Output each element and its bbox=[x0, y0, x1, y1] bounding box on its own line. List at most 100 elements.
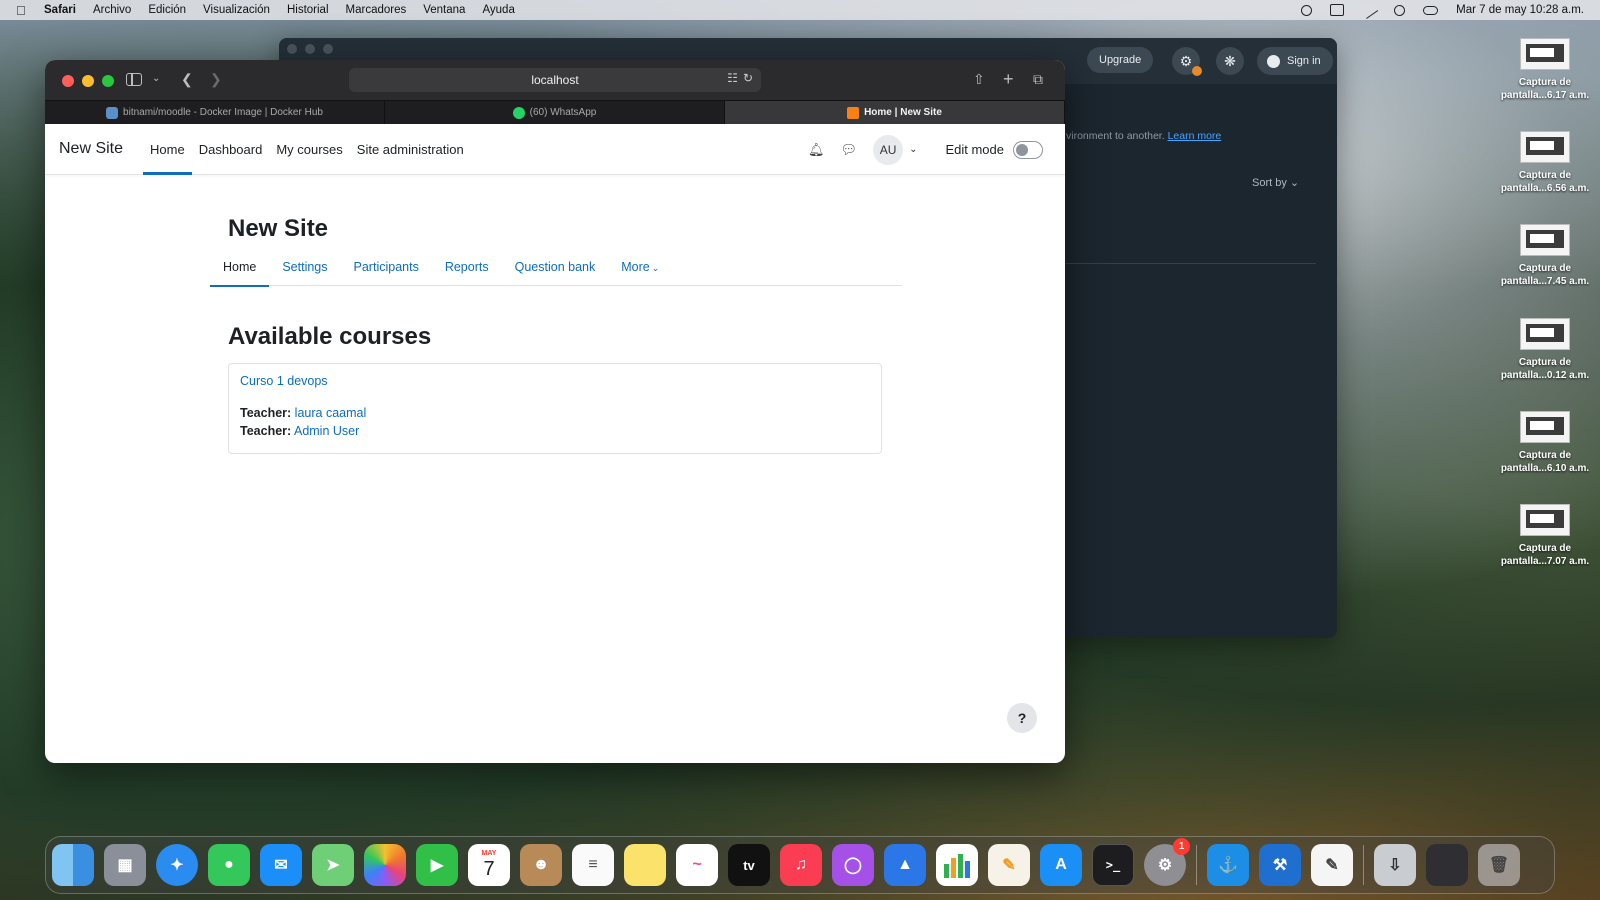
teacher-link[interactable]: Admin User bbox=[294, 424, 359, 438]
nav-site-administration[interactable]: Site administration bbox=[350, 124, 471, 175]
pages-icon[interactable]: ✎ bbox=[988, 844, 1030, 886]
user-avatar[interactable]: AU bbox=[873, 134, 904, 165]
calendar-month: MAY bbox=[481, 850, 497, 857]
nav-my-courses[interactable]: My courses bbox=[269, 124, 349, 175]
launchpad-icon[interactable]: ▦ bbox=[104, 844, 146, 886]
desktop-file[interactable]: Captura de pantalla...6.17 a.m. bbox=[1490, 38, 1600, 102]
nav-dashboard[interactable]: Dashboard bbox=[192, 124, 270, 175]
safari-window[interactable]: ⌄ ❮ ❯ localhost ☷ ↻ ⇧ + ⧉ bitnami/moodle… bbox=[45, 60, 1065, 763]
close-dot-icon[interactable] bbox=[287, 44, 297, 54]
desktop-file[interactable]: Captura de pantalla...7.45 a.m. bbox=[1490, 224, 1600, 288]
forward-arrow-icon[interactable]: ❯ bbox=[210, 69, 222, 89]
weather-icon[interactable] bbox=[1301, 4, 1313, 16]
window-controls bbox=[62, 75, 114, 87]
secnav-participants[interactable]: Participants bbox=[341, 252, 432, 286]
photos-icon[interactable] bbox=[364, 844, 406, 886]
menubar-datetime[interactable]: Mar 7 de may 10:28 a.m. bbox=[1456, 4, 1584, 16]
new-tab-plus-icon[interactable]: + bbox=[1003, 69, 1014, 89]
menu-visualizacion[interactable]: Visualización bbox=[203, 4, 270, 16]
menu-marcadores[interactable]: Marcadores bbox=[346, 4, 407, 16]
menu-edicion[interactable]: Edición bbox=[148, 4, 186, 16]
podcasts-icon[interactable]: ◯ bbox=[832, 844, 874, 886]
docker-sort-dropdown[interactable]: Sort by ⌄ bbox=[1252, 176, 1299, 189]
xcode-icon[interactable]: ⚒ bbox=[1259, 844, 1301, 886]
close-window-icon[interactable] bbox=[62, 75, 74, 87]
downloads-folder-icon[interactable]: ⇩ bbox=[1374, 844, 1416, 886]
course-link[interactable]: Curso 1 devops bbox=[240, 374, 870, 388]
system-settings-icon[interactable]: ⚙ 1 bbox=[1144, 838, 1190, 886]
terminal-icon[interactable]: >_ bbox=[1092, 844, 1134, 886]
menu-app-safari[interactable]: Safari bbox=[44, 4, 76, 16]
nav-home[interactable]: Home bbox=[143, 124, 192, 175]
tab-docker-hub[interactable]: bitnami/moodle - Docker Image | Docker H… bbox=[45, 101, 385, 124]
contacts-icon[interactable]: ☻ bbox=[520, 844, 562, 886]
notes-icon[interactable] bbox=[624, 844, 666, 886]
numbers-icon[interactable] bbox=[936, 844, 978, 886]
app-store-icon[interactable]: A bbox=[1040, 844, 1082, 886]
messages-icon[interactable]: ● bbox=[208, 844, 250, 886]
edit-mode-toggle[interactable] bbox=[1013, 140, 1043, 159]
docker-signin-button[interactable]: Sign in bbox=[1257, 47, 1333, 75]
share-icon[interactable]: ⇧ bbox=[973, 69, 985, 89]
zoom-window-icon[interactable] bbox=[102, 75, 114, 87]
tab-group-chevron-icon[interactable]: ⌄ bbox=[152, 69, 160, 89]
trash-icon[interactable]: 🗑︎ bbox=[1478, 844, 1520, 886]
back-arrow-icon[interactable]: ❮ bbox=[181, 69, 193, 89]
menu-ayuda[interactable]: Ayuda bbox=[482, 4, 514, 16]
music-icon[interactable]: ♫ bbox=[780, 844, 822, 886]
control-center-icon[interactable] bbox=[1423, 5, 1439, 15]
minimize-dot-icon[interactable] bbox=[305, 44, 315, 54]
desktop-file[interactable]: Captura de pantalla...6.56 a.m. bbox=[1490, 131, 1600, 195]
wifi-off-icon[interactable] bbox=[1359, 1, 1379, 19]
recent-window-icon[interactable] bbox=[1426, 844, 1468, 886]
mail-icon[interactable]: ✉ bbox=[260, 844, 302, 886]
translate-icon[interactable]: ☷ bbox=[727, 71, 738, 85]
search-icon[interactable] bbox=[1394, 4, 1406, 16]
menu-archivo[interactable]: Archivo bbox=[93, 4, 131, 16]
desktop-file[interactable]: Captura de pantalla...6.10 a.m. bbox=[1490, 411, 1600, 475]
site-brand[interactable]: New Site bbox=[59, 140, 123, 158]
secnav-more[interactable]: More ⌄ bbox=[608, 252, 672, 286]
minimize-window-icon[interactable] bbox=[82, 75, 94, 87]
keynote-icon[interactable]: ▲ bbox=[884, 844, 926, 886]
safari-icon[interactable]: ✦ bbox=[156, 844, 198, 886]
docker-icon[interactable]: ⚓ bbox=[1207, 844, 1249, 886]
reload-icon[interactable]: ↻ bbox=[743, 71, 753, 85]
freeform-icon[interactable]: ~ bbox=[676, 844, 718, 886]
calendar-icon[interactable]: MAY 7 bbox=[468, 844, 510, 886]
secnav-settings[interactable]: Settings bbox=[269, 252, 340, 286]
apple-icon[interactable]:  bbox=[16, 3, 34, 18]
secnav-home[interactable]: Home bbox=[210, 252, 270, 287]
maps-icon[interactable]: ➤ bbox=[312, 844, 354, 886]
tab-overview-icon[interactable]: ⧉ bbox=[1033, 69, 1043, 89]
reminders-icon[interactable]: ≡ bbox=[572, 844, 614, 886]
sidebar-toggle-icon[interactable] bbox=[126, 73, 142, 86]
screen-mirroring-icon[interactable] bbox=[1330, 4, 1345, 16]
menu-historial[interactable]: Historial bbox=[287, 4, 329, 16]
tab-whatsapp[interactable]: (60) WhatsApp bbox=[385, 101, 725, 124]
desktop-file[interactable]: Captura de pantalla...0.12 a.m. bbox=[1490, 318, 1600, 382]
secnav-question-bank[interactable]: Question bank bbox=[502, 252, 609, 286]
bug-icon: ❋ bbox=[1224, 52, 1236, 69]
menu-ventana[interactable]: Ventana bbox=[423, 4, 465, 16]
chat-bubble-icon[interactable]: 💬︎ bbox=[841, 142, 858, 158]
chevron-down-icon[interactable]: ⌄ bbox=[909, 144, 917, 155]
zoom-dot-icon[interactable] bbox=[323, 44, 333, 54]
desktop-file[interactable]: Captura de pantalla...7.07 a.m. bbox=[1490, 504, 1600, 568]
help-button[interactable]: ? bbox=[1007, 703, 1037, 733]
tab-moodle-home[interactable]: Home | New Site bbox=[725, 101, 1065, 124]
docker-upgrade-button[interactable]: Upgrade bbox=[1087, 47, 1154, 73]
teacher-link[interactable]: laura caamal bbox=[295, 406, 367, 420]
bell-icon[interactable]: 🔔︎ bbox=[808, 142, 825, 158]
course-card: Curso 1 devops Teacher: laura caamal Tea… bbox=[228, 363, 882, 454]
secnav-reports[interactable]: Reports bbox=[432, 252, 502, 286]
docker-troubleshoot-button[interactable]: ❋ bbox=[1216, 47, 1244, 75]
textedit-icon[interactable]: ✎ bbox=[1311, 844, 1353, 886]
docker-learn-more-link[interactable]: Learn more bbox=[1168, 130, 1222, 142]
apple-tv-icon[interactable]: tv bbox=[728, 844, 770, 886]
safari-tab-bar: bitnami/moodle - Docker Image | Docker H… bbox=[45, 100, 1065, 124]
facetime-icon[interactable]: ▶ bbox=[416, 844, 458, 886]
docker-settings-button[interactable]: ⚙ bbox=[1172, 47, 1202, 76]
address-bar[interactable]: localhost ☷ ↻ bbox=[349, 68, 761, 92]
finder-icon[interactable] bbox=[52, 844, 94, 886]
